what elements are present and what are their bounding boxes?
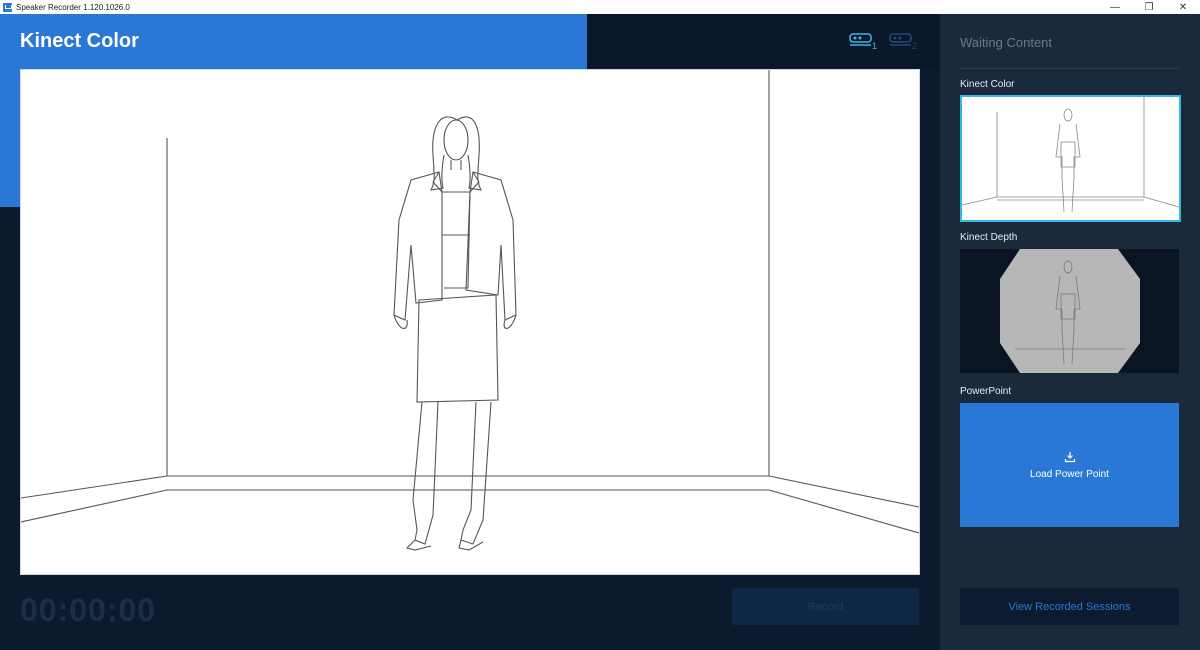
download-icon	[1064, 451, 1075, 462]
kinect-2-indicator[interactable]: 2	[889, 32, 919, 51]
kinect-2-label: 2	[912, 41, 917, 50]
header-dark-band	[587, 14, 940, 70]
recording-timer: 00:00:00	[20, 592, 157, 628]
kinect-sensor-icon: 1	[849, 33, 877, 51]
sidebar: Waiting Content Kinect Color Kinect Dept…	[940, 14, 1200, 650]
maximize-button[interactable]: ❐	[1132, 0, 1166, 14]
kinect-sensor-icon: 2	[889, 33, 917, 51]
kinect-1-label: 1	[872, 41, 877, 50]
kinect-color-thumbnail[interactable]	[960, 95, 1181, 222]
window-title: Speaker Recorder 1.120.1026.0	[16, 2, 130, 12]
kinect-color-label: Kinect Color	[960, 79, 1015, 90]
kinect-depth-label: Kinect Depth	[960, 232, 1018, 243]
kinect-color-preview	[961, 97, 1180, 213]
kinect-1-indicator[interactable]: 1	[849, 32, 879, 51]
powerpoint-label: PowerPoint	[960, 386, 1012, 397]
close-button[interactable]: ✕	[1166, 0, 1200, 14]
main-panel: Kinect Color 1 2 00:00:00 Record	[0, 14, 940, 650]
load-powerpoint-label: Load Power Point	[1030, 468, 1109, 480]
kinect-depth-preview	[1000, 249, 1140, 373]
window-controls: — ❐ ✕	[1098, 0, 1200, 14]
view-recorded-sessions-button[interactable]: View Recorded Sessions	[960, 588, 1179, 625]
waiting-content-title: Waiting Content	[960, 35, 1053, 50]
load-powerpoint-button[interactable]: Load Power Point	[960, 403, 1179, 527]
divider	[960, 68, 1180, 69]
minimize-button[interactable]: —	[1098, 0, 1132, 14]
app-icon	[3, 2, 12, 12]
camera-preview	[20, 69, 920, 575]
record-button[interactable]: Record	[732, 588, 919, 625]
kinect-depth-thumbnail[interactable]	[960, 249, 1179, 373]
speaker-line-drawing	[20, 70, 920, 551]
page-title: Kinect Color	[20, 30, 139, 52]
title-bar: Speaker Recorder 1.120.1026.0 — ❐ ✕	[0, 0, 1200, 14]
